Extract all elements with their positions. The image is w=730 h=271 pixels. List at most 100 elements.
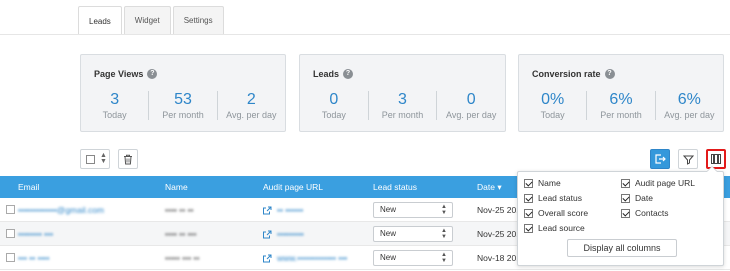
metric-label: Today <box>102 110 127 120</box>
metric-label: Today <box>321 110 346 120</box>
updown-arrow-icon: ▲ ▼ <box>441 228 447 240</box>
metric-avg-per-day: 6% Avg. per day <box>654 91 723 120</box>
checkbox-checked[interactable] <box>524 208 533 218</box>
export-button[interactable] <box>650 149 670 169</box>
filter-button[interactable] <box>678 149 698 169</box>
option-label: Contacts <box>635 208 669 218</box>
trash-icon <box>124 154 132 164</box>
email-link[interactable]: ••• •• •••• <box>18 246 50 270</box>
external-link-icon <box>263 206 272 214</box>
column-option-date[interactable]: Date <box>621 193 653 203</box>
external-link-icon <box>263 230 272 238</box>
card-title-text: Conversion rate <box>532 69 601 79</box>
lead-status-value: New <box>380 253 397 262</box>
column-header-email[interactable]: Email <box>18 176 39 198</box>
delete-button[interactable] <box>118 149 138 169</box>
metric-label: Avg. per day <box>226 110 277 120</box>
metric-value: 2 <box>246 91 256 108</box>
metric-per-month: 53 Per month <box>148 91 216 120</box>
audit-url-text[interactable]: ••••••••• <box>277 222 304 246</box>
card-title: Leads ? <box>313 69 354 79</box>
tab-bar: Leads Widget Settings <box>78 6 224 35</box>
option-label: Date <box>635 193 653 203</box>
column-option-overall-score[interactable]: Overall score <box>524 208 588 218</box>
bulk-select-dropdown[interactable]: ▲ ▼ <box>80 149 110 169</box>
metric-label: Per month <box>162 110 204 120</box>
checkbox-checked[interactable] <box>524 178 533 188</box>
conversion-rate-card: Conversion rate ? 0% Today 6% Per month 6%… <box>518 54 724 132</box>
metric-label: Per month <box>600 110 642 120</box>
lead-status-value: New <box>380 229 397 238</box>
updown-arrow-icon: ▲ ▼ <box>100 152 107 165</box>
audit-url-text[interactable]: www.••••••••••••• ••• <box>277 246 347 270</box>
checkbox-checked[interactable] <box>524 223 533 233</box>
metric-label: Avg. per day <box>445 110 497 120</box>
lead-status-select[interactable]: New ▲ ▼ <box>373 250 453 266</box>
column-header-audit-url[interactable]: Audit page URL <box>263 176 323 198</box>
select-all-checkbox[interactable] <box>86 155 95 164</box>
checkbox-checked[interactable] <box>524 193 533 203</box>
display-all-columns-button[interactable]: Display all columns <box>567 239 677 257</box>
card-title: Conversion rate ? <box>532 69 615 79</box>
metric-label: Per month <box>381 110 424 120</box>
audit-url-cell[interactable]: •• •••••• <box>263 198 303 222</box>
column-option-name[interactable]: Name <box>524 178 561 188</box>
metric-value: 0 <box>466 91 476 108</box>
row-checkbox[interactable] <box>6 253 15 262</box>
checkbox-checked[interactable] <box>621 178 630 188</box>
filter-icon <box>682 155 694 165</box>
metric-value: 6% <box>609 91 633 108</box>
name-cell: ••••• ••• •• <box>165 253 200 263</box>
metric-per-month: 3 Per month <box>367 91 437 120</box>
metric-avg-per-day: 0 Avg. per day <box>436 91 505 120</box>
tab-widget[interactable]: Widget <box>123 6 171 34</box>
column-header-name[interactable]: Name <box>165 176 188 198</box>
column-option-audit-url[interactable]: Audit page URL <box>621 178 695 188</box>
tab-settings[interactable]: Settings <box>172 6 224 34</box>
metric-value: 3 <box>110 91 120 108</box>
metric-today: 0% Today <box>519 91 586 120</box>
audit-url-cell[interactable]: ••••••••• <box>263 222 304 246</box>
tab-leads[interactable]: Leads <box>78 6 122 35</box>
card-title: Page Views ? <box>94 69 158 79</box>
option-label: Audit page URL <box>635 178 696 188</box>
updown-arrow-icon: ▲ ▼ <box>441 204 447 216</box>
leads-card: Leads ? 0 Today 3 Per month 0 Avg. per day <box>299 54 506 132</box>
help-icon[interactable]: ? <box>343 69 354 79</box>
email-link[interactable]: •••••••••••••@gmail.com <box>18 198 104 222</box>
external-link-icon <box>263 254 272 262</box>
email-link[interactable]: •••••••• ••• <box>18 222 53 246</box>
row-checkbox[interactable] <box>6 229 15 238</box>
date-cell: Nov-25 201 <box>477 205 521 215</box>
column-chooser-popup: Name Audit page URL Lead status Date Ove… <box>517 171 724 266</box>
metric-value: 6% <box>677 91 701 108</box>
metric-label: Avg. per day <box>664 110 715 120</box>
audit-url-cell[interactable]: www.••••••••••••• ••• <box>263 246 347 270</box>
column-option-contacts[interactable]: Contacts <box>621 208 669 218</box>
popup-arrow-inner <box>707 167 717 172</box>
metric-today: 3 Today <box>81 91 148 120</box>
column-header-lead-status[interactable]: Lead status <box>373 176 417 198</box>
page-views-card: Page Views ? 3 Today 53 Per month 2 Avg. pe… <box>80 54 286 132</box>
name-cell: •••• •• •• <box>165 205 194 215</box>
row-checkbox[interactable] <box>6 205 15 214</box>
option-label: Lead status <box>538 193 582 203</box>
help-icon[interactable]: ? <box>604 69 615 79</box>
date-cell: Nov-18 201 <box>477 253 521 263</box>
checkbox-checked[interactable] <box>621 193 630 203</box>
lead-status-select[interactable]: New ▲ ▼ <box>373 202 453 218</box>
metric-per-month: 6% Per month <box>586 91 654 120</box>
column-option-lead-status[interactable]: Lead status <box>524 193 582 203</box>
name-cell: •••• •• ••• <box>165 229 197 239</box>
column-header-date[interactable]: Date ▾ <box>477 176 502 198</box>
checkbox-checked[interactable] <box>621 208 630 218</box>
metric-value: 3 <box>398 91 407 108</box>
option-label: Lead source <box>538 223 585 233</box>
columns-icon <box>711 154 721 164</box>
audit-url-text[interactable]: •• •••••• <box>277 198 303 222</box>
metric-today: 0 Today <box>300 91 368 120</box>
lead-status-select[interactable]: New ▲ ▼ <box>373 226 453 242</box>
help-icon[interactable]: ? <box>147 69 158 79</box>
card-title-text: Leads <box>313 69 340 79</box>
column-option-lead-source[interactable]: Lead source <box>524 223 585 233</box>
